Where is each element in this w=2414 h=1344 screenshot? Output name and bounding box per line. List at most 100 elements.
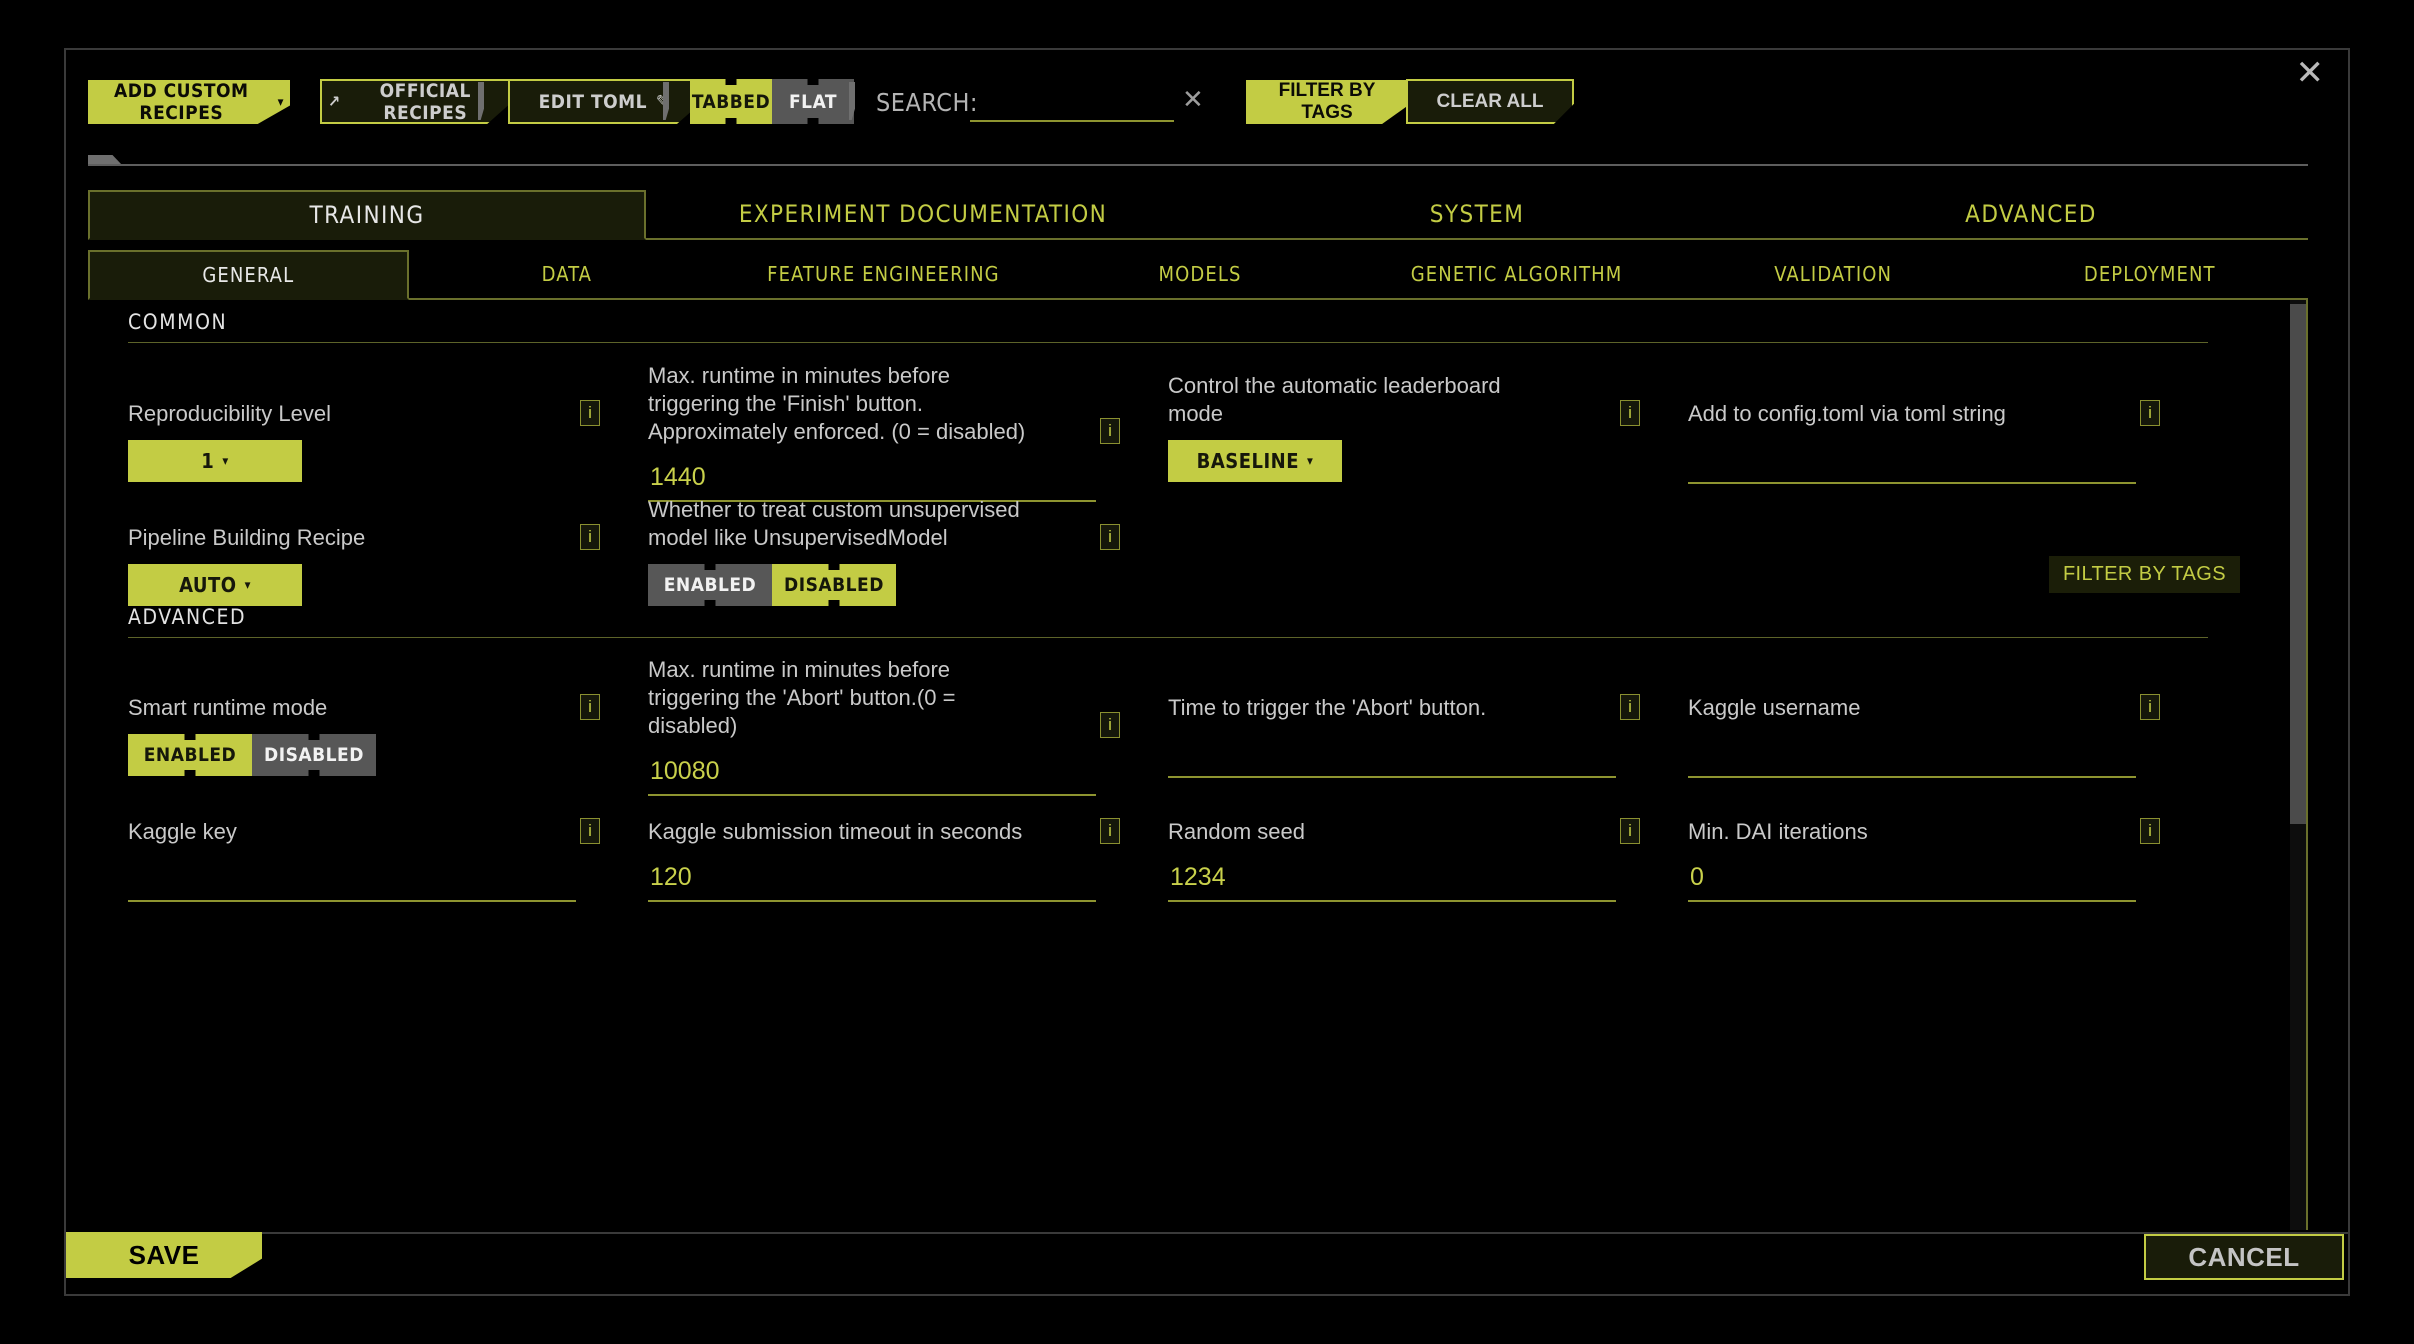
info-icon[interactable]: i [2140, 400, 2160, 426]
view-mode-tabbed-label: TABBED [691, 90, 771, 113]
field-label-row: Random seed i [1168, 780, 1640, 846]
text-input[interactable] [128, 858, 576, 902]
sub-tab-general[interactable]: GENERAL [88, 250, 409, 300]
filter-by-tags-button[interactable]: FILTER BY TAGS [1246, 80, 1408, 124]
field-label-row: Min. DAI iterations i [1688, 780, 2160, 846]
section-header-advanced: ADVANCED [128, 605, 2208, 638]
field-label: Kaggle username [1688, 694, 1861, 720]
field-control [1168, 734, 1640, 786]
info-icon[interactable]: i [1100, 818, 1120, 844]
dropdown-select[interactable]: BASELINE ▾ [1168, 440, 1342, 482]
sub-tab-feature-engineering[interactable]: FEATURE ENGINEERING [725, 250, 1042, 298]
settings-field-random-seed: Random seed i [1168, 780, 1688, 910]
sub-tab-models[interactable]: MODELS [1042, 250, 1359, 298]
info-icon[interactable]: i [2140, 694, 2160, 720]
info-icon[interactable]: i [1100, 712, 1120, 739]
primary-tab-label: ADVANCED [1965, 200, 2097, 228]
sub-tab-label: VALIDATION [1774, 262, 1893, 286]
cancel-button[interactable]: CANCEL [2144, 1234, 2344, 1280]
field-label: Kaggle key [128, 818, 237, 844]
text-input[interactable] [648, 858, 1096, 902]
chevron-down-icon: ▾ [244, 577, 251, 593]
toolbar-divider [849, 82, 855, 120]
info-icon[interactable]: i [580, 694, 600, 720]
search-clear-icon[interactable]: ✕ [1182, 86, 1204, 112]
field-label-row: Max. runtime in minutes before triggerin… [648, 656, 1120, 740]
toggle-option-disabled[interactable]: DISABLED [252, 734, 376, 776]
text-input[interactable] [1688, 858, 2136, 902]
field-control [1168, 858, 1640, 910]
view-mode-flat[interactable]: FLAT [772, 79, 854, 124]
info-icon[interactable]: i [580, 818, 600, 844]
field-control [1688, 440, 2160, 492]
field-label-row: Max. runtime in minutes before triggerin… [648, 362, 1120, 446]
add-custom-recipes-button[interactable]: ADD CUSTOM RECIPES ▾ [88, 80, 290, 124]
vertical-scrollbar-track[interactable] [2290, 300, 2306, 1230]
field-label-row: Time to trigger the 'Abort' button. i [1168, 656, 1640, 722]
primary-tab-advanced[interactable]: ADVANCED [1754, 190, 2308, 238]
dropdown-select[interactable]: 1 ▾ [128, 440, 302, 482]
field-control: BASELINE ▾ [1168, 440, 1640, 492]
section-divider [128, 637, 2208, 638]
toggle-option-enabled[interactable]: ENABLED [128, 734, 252, 776]
field-label: Control the automatic leaderboard mode [1168, 372, 1501, 426]
field-label: Add to config.toml via toml string [1688, 400, 2006, 426]
close-icon[interactable]: ✕ [2296, 56, 2325, 90]
save-button[interactable]: SAVE [66, 1232, 262, 1278]
info-icon[interactable]: i [1620, 818, 1640, 844]
sub-tab-deployment[interactable]: DEPLOYMENT [1991, 250, 2308, 298]
dropdown-select[interactable]: AUTO ▾ [128, 564, 302, 606]
view-mode-tabbed[interactable]: TABBED [690, 79, 772, 124]
vertical-scrollbar-thumb[interactable] [2290, 304, 2306, 824]
info-icon[interactable]: i [1620, 694, 1640, 720]
settings-field-empty [1688, 486, 2208, 616]
primary-tab-label: TRAINING [309, 201, 425, 229]
view-mode-flat-label: FLAT [789, 90, 837, 113]
section-divider [128, 342, 2208, 343]
text-input[interactable] [1688, 734, 2136, 778]
field-control: 1 ▾ [128, 440, 600, 492]
sub-tab-data[interactable]: DATA [409, 250, 726, 298]
field-label-row: Kaggle submission timeout in seconds i [648, 780, 1120, 846]
sub-tab-label: MODELS [1158, 262, 1242, 286]
primary-tab-experiment-documentation[interactable]: EXPERIMENT DOCUMENTATION [646, 190, 1200, 238]
text-input[interactable] [1168, 734, 1616, 778]
field-label: Time to trigger the 'Abort' button. [1168, 694, 1487, 720]
info-icon[interactable]: i [580, 400, 600, 426]
primary-tab-training[interactable]: TRAINING [88, 190, 646, 240]
sub-tab-label: GENERAL [202, 263, 295, 287]
clear-all-button[interactable]: CLEAR ALL [1406, 79, 1574, 124]
sub-tab-genetic-algorithm[interactable]: GENETIC ALGORITHM [1358, 250, 1675, 298]
text-input[interactable] [1688, 440, 2136, 484]
info-icon[interactable]: i [1620, 400, 1640, 426]
search-input[interactable] [970, 80, 1174, 122]
text-input[interactable] [1168, 858, 1616, 902]
enabled-disabled-toggle: ENABLED DISABLED [648, 564, 896, 606]
info-icon[interactable]: i [1100, 418, 1120, 445]
toggle-option-disabled[interactable]: DISABLED [772, 564, 896, 606]
field-label-row: Whether to treat custom unsupervised mod… [648, 486, 1120, 552]
primary-tab-system[interactable]: SYSTEM [1200, 190, 1754, 238]
field-label-row: Smart runtime mode i [128, 656, 600, 722]
sub-tab-label: DEPLOYMENT [2083, 262, 2216, 286]
toggle-option-label: DISABLED [264, 744, 364, 766]
info-icon[interactable]: i [580, 524, 600, 550]
dropdown-value: AUTO [179, 573, 237, 597]
sub-tab-label: FEATURE ENGINEERING [767, 262, 1000, 286]
toggle-option-label: DISABLED [784, 574, 884, 596]
sub-tab-validation[interactable]: VALIDATION [1675, 250, 1992, 298]
field-label: Kaggle submission timeout in seconds [648, 818, 1023, 844]
field-label: Pipeline Building Recipe [128, 524, 366, 550]
toggle-option-enabled[interactable]: ENABLED [648, 564, 772, 606]
info-icon[interactable]: i [2140, 818, 2160, 844]
info-icon[interactable]: i [1100, 524, 1120, 550]
chevron-down-icon: ▾ [222, 453, 229, 469]
search-area: SEARCH: ✕ [876, 78, 1236, 128]
toolbar-bottom-divider [88, 164, 2308, 166]
toggle-option-label: ENABLED [663, 574, 757, 596]
dropdown-value: 1 [201, 449, 215, 473]
section-header-common: COMMON [128, 310, 2208, 343]
edit-toml-button[interactable]: EDIT TOML ✎ [508, 79, 700, 124]
sub-tab-bar: GENERAL DATA FEATURE ENGINEERING MODELS GENE… [88, 250, 2308, 300]
settings-scroll-panel: FILTER BY TAGS COMMON Reproducibility Lev… [88, 300, 2308, 1230]
